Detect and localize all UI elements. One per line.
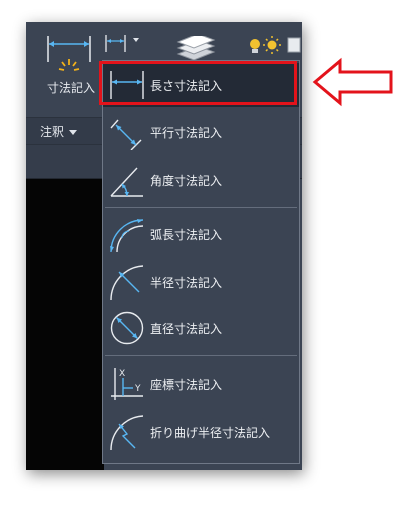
- menu-item-label: 長さ寸法記入: [150, 79, 223, 93]
- annotation-panel-dropdown[interactable]: 注釈: [40, 123, 78, 140]
- chevron-down-icon[interactable]: [133, 38, 139, 42]
- dimension-dropdown-menu: 長さ寸法記入 平行寸法記入 角度寸法記入 弧長寸法記入 半径寸法記入 直径寸法記…: [102, 60, 300, 464]
- dimension-button-label: 寸法記入: [46, 81, 95, 95]
- svg-text:Y: Y: [134, 384, 141, 394]
- menu-item-label: 折り曲げ半径寸法記入: [150, 426, 271, 440]
- diameter-dimension-icon: [110, 311, 144, 345]
- menu-item-label: 弧長寸法記入: [150, 228, 223, 242]
- menu-item-label: 半径寸法記入: [150, 276, 223, 290]
- menu-item-label: 座標寸法記入: [150, 378, 223, 392]
- menu-item-linear-dimension[interactable]: 長さ寸法記入: [103, 63, 299, 107]
- menu-item-label: 角度寸法記入: [150, 174, 223, 188]
- light-bulb-icon[interactable]: [246, 34, 302, 60]
- angular-dimension-icon: [110, 167, 143, 197]
- menu-item-label: 平行寸法記入: [150, 126, 223, 140]
- dimension-button[interactable]: 寸法記入: [40, 32, 98, 95]
- red-pointer-arrow-icon: [312, 57, 393, 107]
- menu-item-label: 直径寸法記入: [150, 322, 223, 336]
- arc-length-dimension-icon: [110, 219, 144, 252]
- menu-item-diameter-dimension[interactable]: 直径寸法記入: [103, 306, 299, 350]
- annotation-panel-label: 注釈: [40, 125, 65, 139]
- aligned-dimension-icon: [110, 119, 142, 150]
- menu-item-aligned-dimension[interactable]: 平行寸法記入: [103, 110, 299, 154]
- linear-dimension-small-icon: [105, 35, 126, 52]
- jogged-radius-dimension-icon: [110, 415, 144, 450]
- menu-item-jogged-radius-dimension[interactable]: 折り曲げ半径寸法記入: [103, 410, 299, 454]
- radius-dimension-icon: [110, 265, 144, 300]
- drawing-canvas[interactable]: [26, 179, 104, 470]
- menu-item-ordinate-dimension[interactable]: X Y 座標寸法記入: [103, 362, 299, 406]
- linear-dimension-icon: [110, 71, 144, 99]
- dimension-large-icon: [47, 36, 91, 71]
- chevron-down-icon: [69, 130, 78, 135]
- autocad-ribbon-screenshot: 寸法記入 注釈 長さ寸法記入 平行寸法記入 角度寸法記入 弧長寸法記入 半径寸法…: [26, 22, 302, 470]
- menu-separator: [105, 207, 297, 208]
- menu-item-arc-length-dimension[interactable]: 弧長寸法記入: [103, 212, 299, 256]
- svg-text:X: X: [119, 369, 125, 379]
- ordinate-dimension-icon: X Y: [111, 368, 143, 400]
- dimension-type-dropdown[interactable]: [103, 32, 143, 54]
- menu-item-radius-dimension[interactable]: 半径寸法記入: [103, 260, 299, 304]
- menu-separator: [105, 355, 297, 356]
- menu-item-angular-dimension[interactable]: 角度寸法記入: [103, 158, 299, 202]
